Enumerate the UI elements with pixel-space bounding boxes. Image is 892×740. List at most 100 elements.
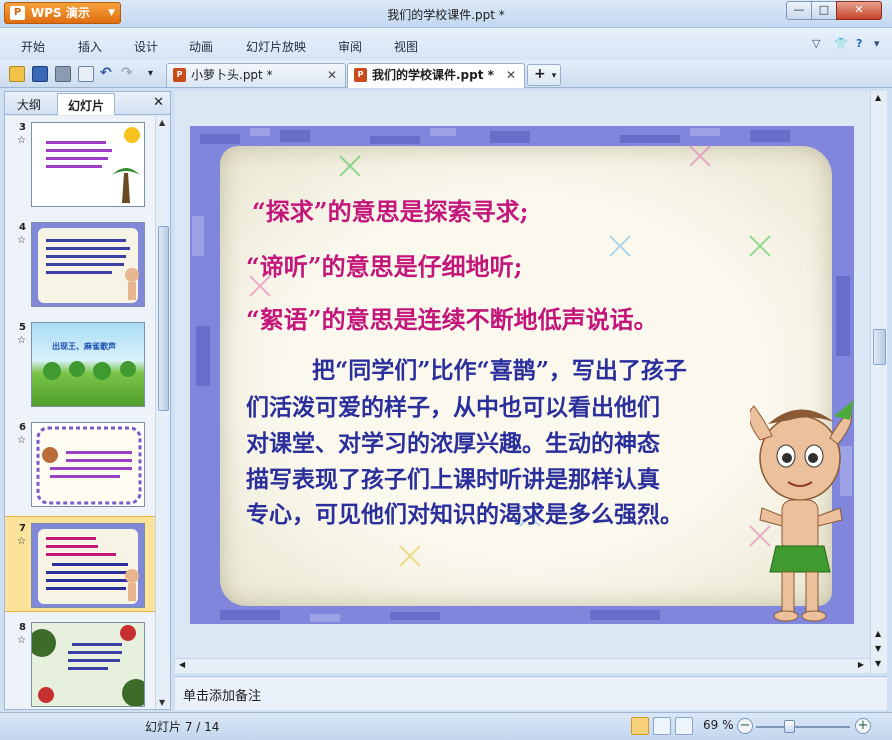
menu-item-slideshow[interactable]: 幻灯片放映 <box>246 38 306 55</box>
zoom-in-button[interactable]: + <box>855 718 871 734</box>
minimize-button[interactable]: — <box>786 1 812 20</box>
menu-item-review[interactable]: 审阅 <box>338 38 362 55</box>
print-preview-icon[interactable] <box>78 66 94 82</box>
tab-label: 我们的学校课件.ppt * <box>372 68 494 82</box>
slide-paragraph-line-3[interactable]: 对课堂、对学习的浓厚兴趣。生动的神态 <box>246 424 660 458</box>
window-title: 我们的学校课件.ppt * <box>387 8 505 22</box>
slide-vertical-scrollbar[interactable]: ▲ ▲ ▼ ▼ <box>870 91 887 673</box>
slide-paragraph-line-1[interactable]: 把“同学们”比作“喜鹊”，写出了孩子 <box>312 351 687 385</box>
thumbnail-art <box>38 228 139 303</box>
slide-paragraph-line-2[interactable]: 们活泼可爱的样子，从中也可以看出他们 <box>246 388 660 422</box>
slide-thumbnail-7[interactable]: 7 ☆ <box>5 516 155 612</box>
scroll-down-icon[interactable]: ▼ <box>875 659 881 668</box>
status-bar: 幻灯片 7 / 14 69 % − + <box>0 712 892 740</box>
close-icon: ✕ <box>854 3 864 16</box>
zoom-slider-track[interactable] <box>756 726 850 728</box>
redo-icon[interactable]: ↷ <box>121 66 137 82</box>
zoom-out-button[interactable]: − <box>737 718 753 734</box>
menu-item-design[interactable]: 设计 <box>134 38 158 55</box>
thumbnail-image <box>31 622 145 707</box>
slide-text-line-3[interactable]: “絮语”的意思是连续不断地低声说话。 <box>246 300 658 335</box>
previous-slide-icon[interactable]: ▲ <box>875 629 881 638</box>
animation-star-icon: ☆ <box>17 435 26 446</box>
save-icon[interactable] <box>32 66 48 82</box>
slide-thumbnail-6[interactable]: 6 ☆ <box>5 416 155 512</box>
thumbnail-art <box>38 529 139 604</box>
notes-pane[interactable]: 单击添加备注 <box>175 676 887 710</box>
menu-item-home[interactable]: 开始 <box>21 38 45 55</box>
slide-number: 3 <box>19 122 26 133</box>
help-dropdown-icon[interactable]: ▾ <box>874 37 880 50</box>
new-tab-button[interactable]: + ▾ <box>527 64 561 86</box>
slideshow-view-button[interactable] <box>675 717 693 735</box>
elf-character-illustration <box>750 400 854 622</box>
animation-star-icon: ☆ <box>17 335 26 346</box>
normal-view-button[interactable] <box>631 717 649 735</box>
close-window-button[interactable]: ✕ <box>836 1 882 20</box>
close-tab-icon[interactable]: ✕ <box>327 64 337 86</box>
skin-icon[interactable]: 👕 <box>834 37 848 50</box>
zoom-slider-handle[interactable] <box>784 720 795 733</box>
tab-outline[interactable]: 大纲 <box>17 96 41 113</box>
menu-bar: 开始 插入 设计 动画 幻灯片放映 审阅 视图 ▽ 👕 ? ▾ <box>0 28 892 60</box>
scroll-left-icon[interactable]: ◀ <box>179 660 185 669</box>
scrollbar-thumb[interactable] <box>158 226 169 411</box>
slide-paragraph-line-4[interactable]: 描写表现了孩子们上课时听讲是那样认真 <box>246 460 660 494</box>
slide-thumbnail-3[interactable]: 3 ☆ <box>5 116 155 212</box>
tab-document-1[interactable]: P 小萝卜头.ppt * ✕ <box>166 63 346 87</box>
menu-item-animation[interactable]: 动画 <box>189 38 213 55</box>
tab-document-2[interactable]: P 我们的学校课件.ppt * ✕ <box>347 63 525 88</box>
tab-label: 小萝卜头.ppt * <box>191 68 273 82</box>
undo-icon[interactable]: ↶ <box>100 66 116 82</box>
panel-tabs: 大纲 幻灯片 ✕ <box>5 92 170 115</box>
slide-number: 7 <box>19 523 26 534</box>
thumbnail-scrollbar[interactable]: ▲ ▼ <box>155 116 170 709</box>
slides-panel: 大纲 幻灯片 ✕ 3 ☆ 4 ☆ 5 ☆ 出现王、麻雀歌声 6 ☆ 7 ☆ 8 … <box>4 91 171 710</box>
slide-thumbnail-4[interactable]: 4 ☆ <box>5 216 155 312</box>
print-icon[interactable] <box>55 66 71 82</box>
menu-item-insert[interactable]: 插入 <box>78 38 102 55</box>
thumbnail-art <box>43 361 136 380</box>
thumbnail-image <box>31 122 145 207</box>
slide-text-line-2[interactable]: “谛听”的意思是仔细地听; <box>246 247 522 282</box>
ppt-file-icon: P <box>354 68 367 82</box>
ribbon-collapse-icon[interactable]: ▽ <box>812 37 820 50</box>
slide-text-line-1[interactable]: “探求”的意思是探索寻求; <box>252 192 528 227</box>
customize-toolbar-icon[interactable]: ▾ <box>148 66 164 82</box>
menu-item-view[interactable]: 视图 <box>394 38 418 55</box>
maximize-button[interactable]: □ <box>811 1 837 20</box>
thumbnail-art <box>46 127 140 203</box>
help-icon[interactable]: ? <box>856 37 862 50</box>
slide-thumbnail-8[interactable]: 8 ☆ <box>5 616 155 709</box>
scroll-right-icon[interactable]: ▶ <box>858 660 864 669</box>
quick-access-toolbar: ↶ ↷ ▾ P 小萝卜头.ppt * ✕ P 我们的学校课件.ppt * ✕ +… <box>0 60 892 88</box>
scroll-up-icon[interactable]: ▲ <box>159 118 165 127</box>
zoom-level: 69 % <box>703 718 734 732</box>
scrollbar-thumb[interactable] <box>873 329 886 365</box>
next-slide-icon[interactable]: ▼ <box>875 644 881 653</box>
chevron-down-icon: ▾ <box>551 71 557 81</box>
slide-sorter-view-button[interactable] <box>653 717 671 735</box>
animation-star-icon: ☆ <box>17 235 26 246</box>
thumbnail-image: 出现王、麻雀歌声 <box>31 322 145 407</box>
scroll-down-icon[interactable]: ▼ <box>159 698 165 707</box>
slide-thumbnail-5[interactable]: 5 ☆ 出现王、麻雀歌声 <box>5 316 155 412</box>
close-panel-icon[interactable]: ✕ <box>153 95 164 110</box>
slide-number: 6 <box>19 422 26 433</box>
slide-number: 5 <box>19 322 26 333</box>
current-slide[interactable]: “探求”的意思是探索寻求; “谛听”的意思是仔细地听; “絮语”的意思是连续不断… <box>190 126 854 624</box>
animation-star-icon: ☆ <box>17 536 26 547</box>
open-icon[interactable] <box>9 66 25 82</box>
tab-slides[interactable]: 幻灯片 <box>57 93 116 115</box>
slide-indicator: 幻灯片 7 / 14 <box>145 720 220 734</box>
thumbnail-art <box>36 426 142 505</box>
thumbnail-image <box>31 523 145 608</box>
animation-star-icon: ☆ <box>17 635 26 646</box>
maximize-icon: □ <box>818 3 830 16</box>
slide-paragraph-line-5[interactable]: 专心，可见他们对知识的渴求是多么强烈。 <box>246 495 683 529</box>
scroll-up-icon[interactable]: ▲ <box>875 93 881 102</box>
close-tab-icon[interactable]: ✕ <box>506 64 516 86</box>
slide-number: 4 <box>19 222 26 233</box>
thumbnail-art <box>32 623 144 706</box>
slide-horizontal-scrollbar[interactable]: ◀ ▶ <box>175 658 870 673</box>
